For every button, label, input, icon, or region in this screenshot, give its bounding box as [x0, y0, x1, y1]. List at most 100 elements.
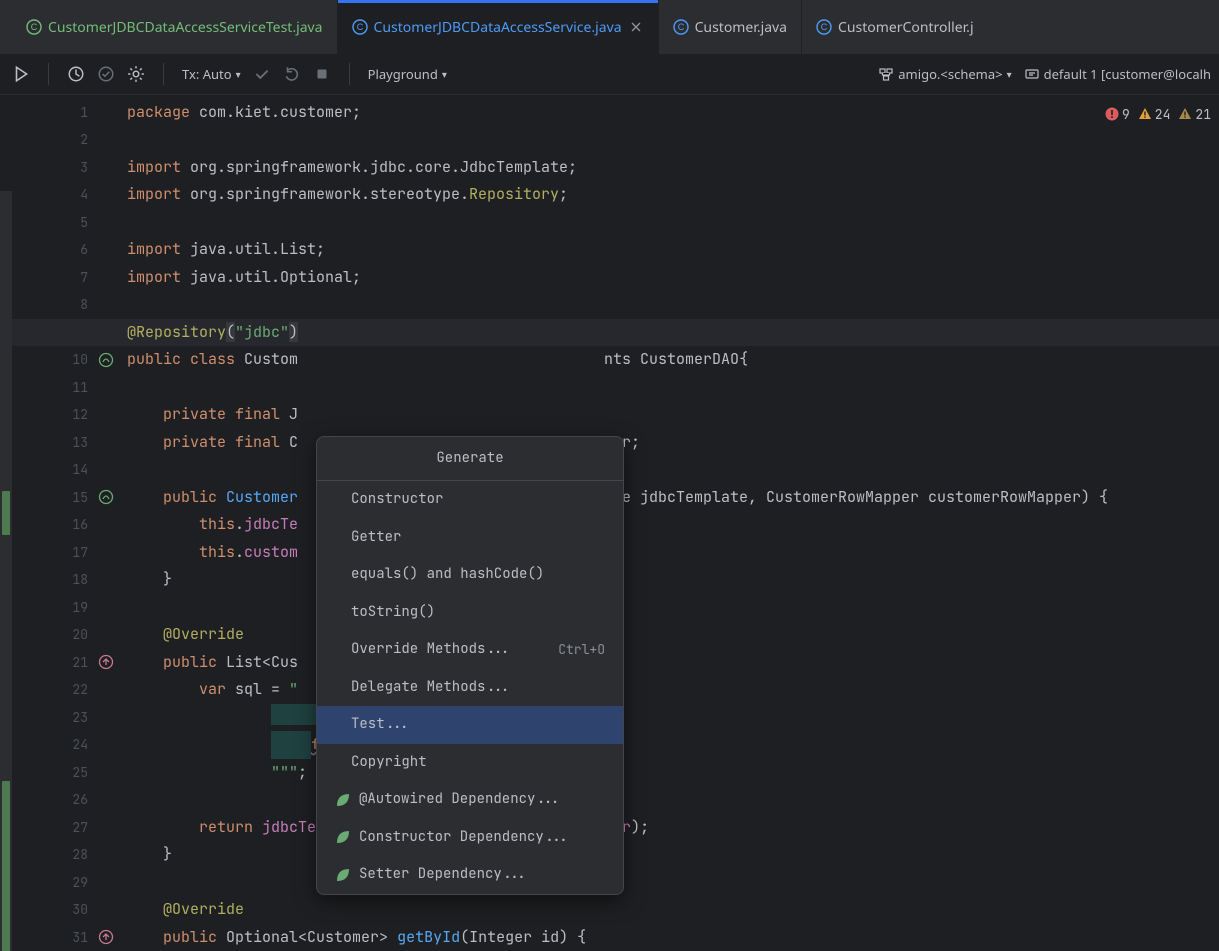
line-number[interactable]: 24 [0, 731, 120, 759]
popup-item-constructor[interactable]: Constructor [317, 481, 623, 519]
implements-icon[interactable] [98, 654, 114, 670]
line-number[interactable]: 22 [0, 676, 120, 704]
line-number[interactable]: 30 [0, 896, 120, 924]
svg-text:C: C [821, 22, 828, 32]
session-dropdown[interactable]: default 1 [customer@localh [1024, 65, 1211, 83]
left-strip [0, 0, 12, 54]
tab-test-file[interactable]: C CustomerJDBCDataAccessServiceTest.java [12, 0, 338, 54]
code-line: import java.util.Optional; [120, 264, 1219, 292]
code-line [120, 291, 1219, 319]
line-number[interactable]: 5 [0, 209, 120, 237]
code-area[interactable]: package com.kiet.customer; import org.sp… [120, 95, 1219, 951]
tab-customer-file[interactable]: C Customer.java [659, 0, 802, 54]
tab-label: CustomerJDBCDataAccessService.java [374, 18, 622, 37]
datasource-label: amigo.<schema> [898, 65, 1002, 83]
history-icon[interactable] [67, 65, 85, 83]
tx-label: Tx: Auto [182, 65, 232, 83]
line-number[interactable]: 25 [0, 759, 120, 787]
popup-item-label: Delegate Methods... [351, 674, 511, 702]
line-number[interactable]: 19 [0, 594, 120, 622]
popup-item-label: Override Methods... [351, 636, 511, 664]
settings-icon[interactable] [127, 65, 145, 83]
line-number[interactable]: 10 [0, 346, 120, 374]
error-mark [2, 491, 10, 535]
popup-item-constructor-dep[interactable]: Constructor Dependency... [317, 819, 623, 857]
session-icon [1024, 66, 1040, 82]
line-number[interactable]: 28 [0, 841, 120, 869]
line-number[interactable]: 14 [0, 456, 120, 484]
line-number[interactable]: 27 [0, 814, 120, 842]
line-number[interactable]: 8 [0, 291, 120, 319]
implements-icon[interactable] [98, 929, 114, 945]
tab-controller-file[interactable]: C CustomerController.j [802, 0, 988, 54]
playground-dropdown[interactable]: Playground▾ [368, 65, 447, 83]
popup-item-label: Getter [351, 524, 401, 552]
gutter[interactable]: 1 2 3 4 5 6 7 8 9 10 11 12 13 14 15 16 1… [0, 95, 120, 951]
popup-item-label: Setter Dependency... [359, 861, 527, 889]
code-line: return jdbcTemplate.query(sql, customerR… [120, 814, 1219, 842]
tx-mode-dropdown[interactable]: Tx: Auto▾ [182, 65, 241, 83]
class-icon: C [26, 19, 42, 35]
line-number[interactable]: 4 [0, 181, 120, 209]
stop-icon[interactable] [313, 65, 331, 83]
code-line [120, 209, 1219, 237]
line-number[interactable]: 29 [0, 869, 120, 897]
line-number[interactable]: 18 [0, 566, 120, 594]
code-line: import java.util.List; [120, 236, 1219, 264]
line-number[interactable]: 23 [0, 704, 120, 732]
code-line: from customer [120, 731, 1219, 759]
popup-item-getter[interactable]: Getter [317, 519, 623, 557]
line-number[interactable]: 6 [0, 236, 120, 264]
editor[interactable]: 9 24 21 1 2 3 4 5 6 7 8 9 10 11 12 13 14… [0, 95, 1219, 951]
line-number[interactable]: 26 [0, 786, 120, 814]
code-line: this.custom; [120, 539, 1219, 567]
bean-icon[interactable] [98, 489, 114, 505]
chevron-down-icon: ▾ [1007, 67, 1012, 81]
line-number[interactable]: 21 [0, 649, 120, 677]
popup-item-label: Copyright [351, 749, 427, 777]
popup-item-label: Test... [351, 711, 410, 739]
code-line: private final J [120, 401, 1219, 429]
popup-item-tostring[interactable]: toString() [317, 594, 623, 632]
line-number[interactable]: 16 [0, 511, 120, 539]
line-number[interactable]: 31 [0, 924, 120, 951]
popup-item-delegate[interactable]: Delegate Methods... [317, 669, 623, 707]
code-line: private final Cper; [120, 429, 1219, 457]
line-number[interactable]: 7 [0, 264, 120, 292]
tab-service-file[interactable]: C CustomerJDBCDataAccessService.java [338, 0, 659, 54]
separator [349, 63, 350, 85]
code-line: package com.kiet.customer; [120, 99, 1219, 127]
bean-icon[interactable] [98, 352, 114, 368]
explain-icon[interactable] [97, 65, 115, 83]
line-number[interactable]: 12 [0, 401, 120, 429]
popup-item-test[interactable]: Test... [317, 706, 623, 744]
toolbar: Tx: Auto▾ Playground▾ amigo.<schema> ▾ de… [0, 55, 1219, 94]
tab-bar: C CustomerJDBCDataAccessServiceTest.java… [0, 0, 1219, 55]
run-icon[interactable] [12, 65, 30, 83]
popup-item-equals[interactable]: equals() and hashCode() [317, 556, 623, 594]
code-line: @Repository("jdbc") [120, 319, 1219, 347]
line-number[interactable]: 1 [0, 99, 120, 127]
popup-item-setter-dep[interactable]: Setter Dependency... [317, 856, 623, 894]
line-number[interactable]: 20 [0, 621, 120, 649]
line-number[interactable]: 11 [0, 374, 120, 402]
popup-item-copyright[interactable]: Copyright [317, 744, 623, 782]
line-number[interactable]: 17 [0, 539, 120, 567]
commit-icon[interactable] [253, 65, 271, 83]
line-number[interactable]: 3 [0, 154, 120, 182]
line-number[interactable]: 13 [0, 429, 120, 457]
code-line: } [120, 566, 1219, 594]
code-line: @Override [120, 896, 1219, 924]
toolbar-left: Tx: Auto▾ Playground▾ [12, 63, 447, 85]
close-icon[interactable] [628, 19, 644, 35]
datasource-dropdown[interactable]: amigo.<schema> ▾ [878, 65, 1011, 83]
rollback-icon[interactable] [283, 65, 301, 83]
popup-item-autowired[interactable]: @Autowired Dependency... [317, 781, 623, 819]
code-line [120, 704, 1219, 732]
tab-label: CustomerJDBCDataAccessServiceTest.java [48, 18, 323, 37]
datasource-icon [878, 66, 894, 82]
line-number[interactable]: 15 [0, 484, 120, 512]
line-number[interactable]: 2 [0, 126, 120, 154]
popup-item-override[interactable]: Override Methods...Ctrl+O [317, 631, 623, 669]
code-line: this.jdbcTe [120, 511, 1219, 539]
